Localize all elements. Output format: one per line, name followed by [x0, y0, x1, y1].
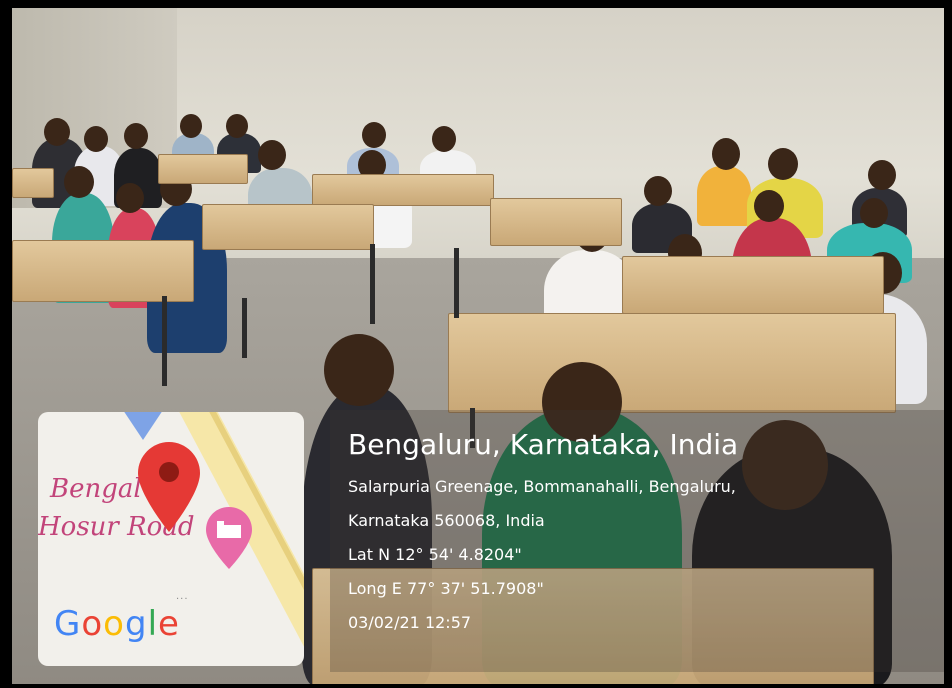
student-head — [180, 114, 202, 138]
student-head — [116, 183, 144, 213]
student-head — [64, 166, 94, 198]
google-logo: Google — [54, 604, 180, 644]
student-head — [226, 114, 248, 138]
latitude: Lat N 12° 54' 4.8204" — [348, 545, 522, 564]
photo-frame: Bengaluru, Karnataka, India Salarpuria G… — [0, 0, 952, 688]
google-logo-letter: o — [103, 604, 125, 644]
datetime: 03/02/21 12:57 — [348, 613, 472, 632]
geotag-info: Bengaluru, Karnataka, India Salarpuria G… — [348, 428, 738, 640]
google-logo-letter: e — [158, 604, 180, 644]
google-logo-letter: o — [81, 604, 104, 644]
desk-leg — [242, 298, 247, 358]
longitude: Long E 77° 37' 51.7908" — [348, 579, 544, 598]
student-head — [644, 176, 672, 206]
desk-leg — [162, 296, 167, 386]
blue-place-icon — [123, 412, 163, 444]
city-title: Bengaluru, Karnataka, India — [348, 428, 739, 461]
desk — [12, 240, 194, 302]
student-head — [84, 126, 108, 152]
student-head — [754, 190, 784, 222]
desk-leg — [454, 248, 459, 318]
hotel-bed-icon — [206, 507, 252, 573]
desk — [622, 256, 884, 314]
student-head — [712, 138, 740, 170]
student-head — [362, 122, 386, 148]
student-head — [860, 198, 888, 228]
student-head — [124, 123, 148, 149]
desk — [490, 198, 622, 246]
student-head — [324, 334, 394, 406]
student-head — [44, 118, 70, 146]
student-head — [868, 160, 896, 190]
desk — [448, 313, 896, 413]
map-label-bengaluru: Bengal — [50, 474, 142, 504]
student-head — [258, 140, 286, 170]
student-head — [432, 126, 456, 152]
desk — [12, 168, 54, 198]
map-thumbnail: Bengal Hosur Road ··· Google — [38, 412, 304, 666]
desk — [202, 204, 374, 250]
address-line-1: Salarpuria Greenage, Bommanahalli, Benga… — [348, 477, 736, 496]
desk-leg — [370, 244, 375, 324]
student — [697, 166, 751, 226]
google-logo-letter: g — [124, 604, 148, 644]
desk — [158, 154, 248, 184]
google-logo-letter: l — [147, 604, 159, 644]
desk — [312, 174, 494, 206]
address-line-2: Karnataka 560068, India — [348, 511, 545, 530]
google-logo-letter: G — [54, 604, 82, 644]
red-location-pin-icon — [138, 442, 200, 536]
student-head — [768, 148, 798, 180]
